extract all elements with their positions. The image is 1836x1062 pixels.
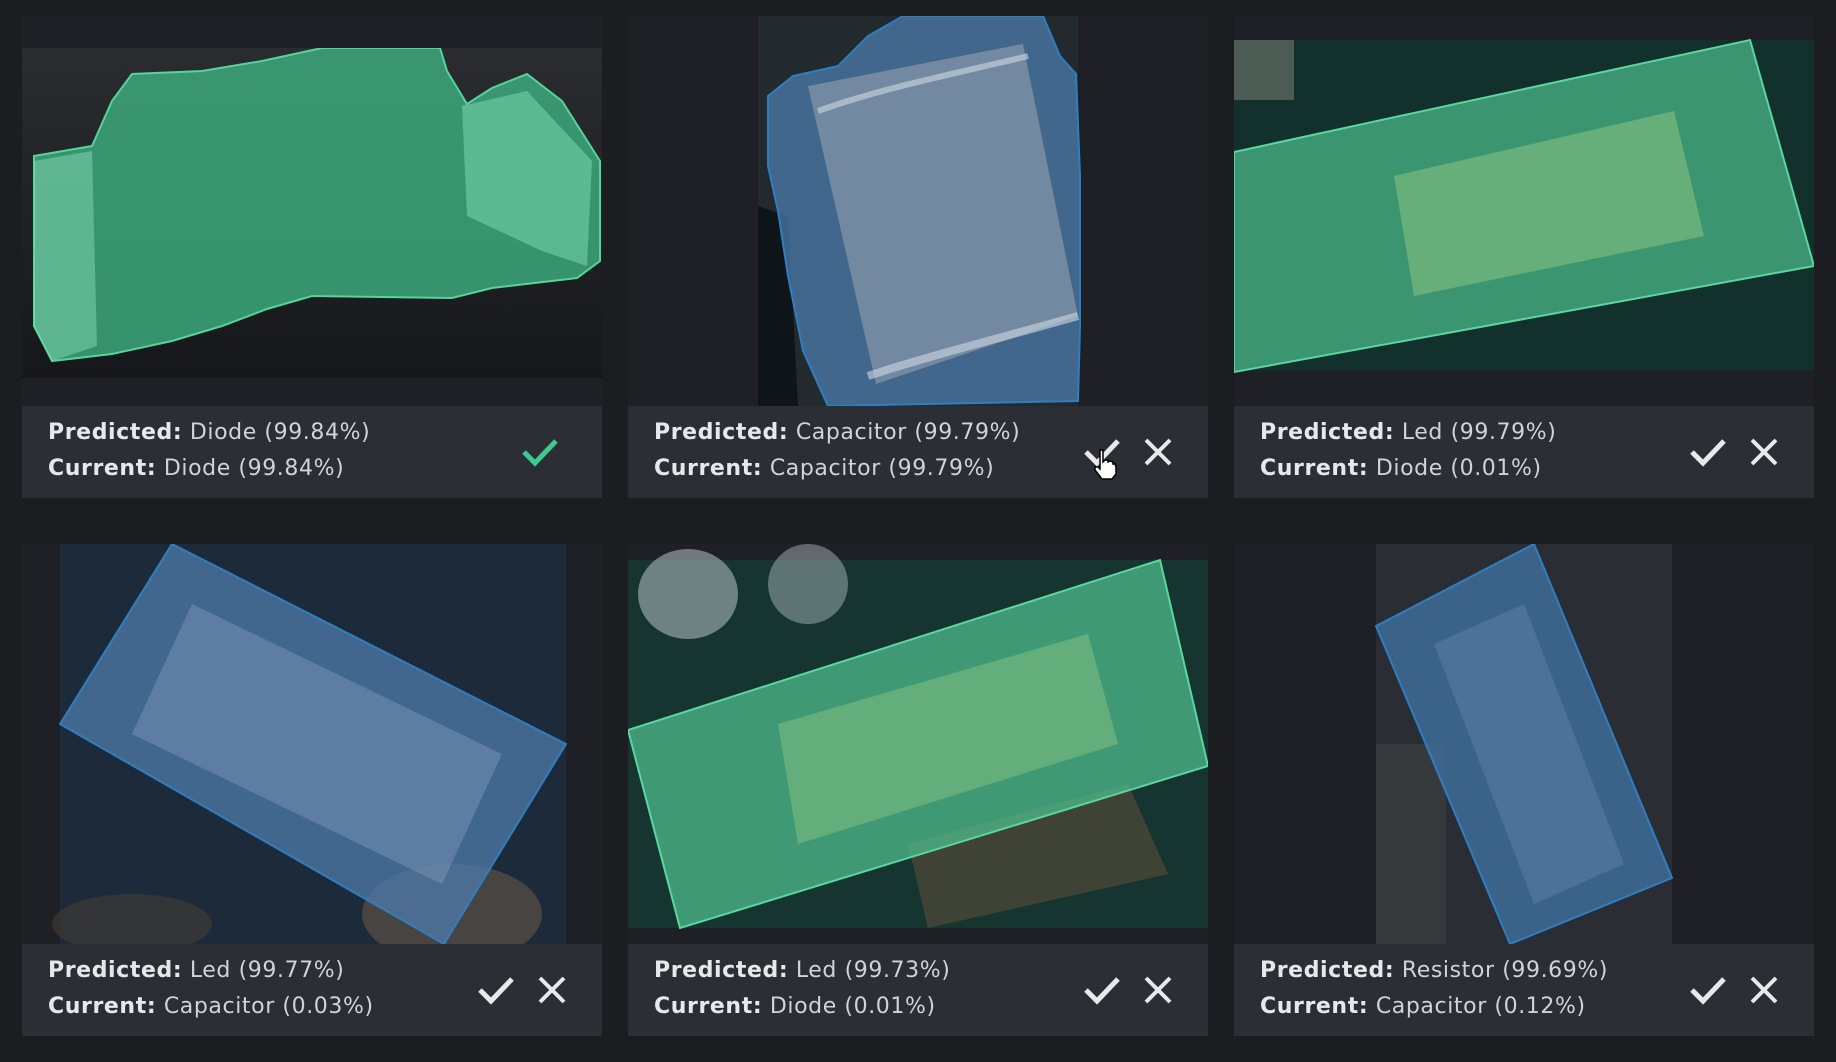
component-image	[22, 16, 602, 406]
accept-button[interactable]	[1082, 432, 1122, 472]
prediction-info: Predicted: Capacitor (99.79%) Current: C…	[628, 406, 1208, 498]
accept-button[interactable]	[1688, 432, 1728, 472]
accepted-check-icon	[520, 432, 560, 472]
current-label: Current	[48, 456, 147, 481]
reject-button[interactable]	[532, 970, 572, 1010]
prediction-card: Predicted: Led (99.79%) Current: Diode (…	[1234, 16, 1814, 498]
reject-button[interactable]	[1138, 970, 1178, 1010]
prediction-card: Predicted: Diode (99.84%) Current: Diode…	[22, 16, 602, 498]
component-image	[628, 544, 1208, 944]
prediction-card: Predicted: Resistor (99.69%) Current: Ca…	[1234, 544, 1814, 1036]
predicted-value: Diode (99.84%)	[189, 420, 371, 445]
prediction-info: Predicted: Led (99.79%) Current: Diode (…	[1234, 406, 1814, 498]
prediction-card: Predicted: Led (99.77%) Current: Capacit…	[22, 544, 602, 1036]
prediction-info: Predicted: Diode (99.84%) Current: Diode…	[22, 406, 602, 498]
review-grid: Predicted: Diode (99.84%) Current: Diode…	[0, 0, 1836, 1062]
prediction-card: Predicted: Led (99.73%) Current: Diode (…	[628, 544, 1208, 1036]
component-image	[628, 16, 1208, 406]
prediction-info: Predicted: Led (99.77%) Current: Capacit…	[22, 944, 602, 1036]
prediction-card: Predicted: Capacitor (99.79%) Current: C…	[628, 16, 1208, 498]
reject-button[interactable]	[1744, 432, 1784, 472]
reject-button[interactable]	[1744, 970, 1784, 1010]
component-image	[22, 544, 602, 944]
predicted-label: Predicted	[48, 420, 173, 445]
reject-button[interactable]	[1138, 432, 1178, 472]
component-image	[1234, 544, 1814, 944]
accept-button[interactable]	[1688, 970, 1728, 1010]
component-image	[1234, 16, 1814, 406]
accept-button[interactable]	[1082, 970, 1122, 1010]
accept-button[interactable]	[476, 970, 516, 1010]
current-value: Diode (99.84%)	[163, 456, 345, 481]
prediction-info: Predicted: Resistor (99.69%) Current: Ca…	[1234, 944, 1814, 1036]
prediction-info: Predicted: Led (99.73%) Current: Diode (…	[628, 944, 1208, 1036]
